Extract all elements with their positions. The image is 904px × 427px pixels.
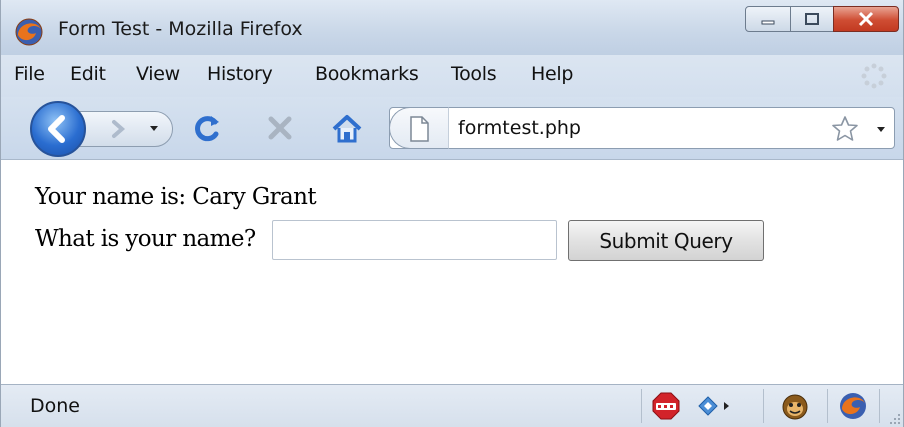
close-icon bbox=[858, 11, 874, 27]
reload-icon[interactable] bbox=[191, 113, 225, 145]
minimize-button[interactable] bbox=[745, 6, 791, 32]
window-title: Form Test - Mozilla Firefox bbox=[58, 18, 303, 40]
stop-icon[interactable] bbox=[263, 113, 297, 145]
url-text[interactable]: formtest.php bbox=[458, 117, 581, 139]
page-icon bbox=[410, 116, 429, 142]
status-text: Done bbox=[30, 395, 80, 417]
resize-grip-icon[interactable] bbox=[889, 413, 901, 425]
back-icon bbox=[48, 115, 65, 143]
browser-window: Form Test - Mozilla Firefox File Edit Vi… bbox=[0, 0, 904, 427]
status-divider bbox=[641, 389, 642, 423]
status-divider bbox=[763, 389, 764, 423]
title-bar: Form Test - Mozilla Firefox bbox=[1, 0, 903, 55]
menu-history[interactable]: History bbox=[207, 63, 273, 85]
history-dropdown-icon[interactable] bbox=[149, 123, 159, 133]
monkey-icon[interactable] bbox=[780, 391, 810, 421]
menu-help[interactable]: Help bbox=[531, 63, 573, 85]
minimize-icon bbox=[761, 20, 775, 25]
status-divider bbox=[879, 389, 880, 423]
menu-bookmarks[interactable]: Bookmarks bbox=[315, 63, 419, 85]
bookmark-star-icon[interactable] bbox=[830, 114, 860, 144]
location-bar[interactable]: formtest.php bbox=[389, 107, 895, 149]
window-controls bbox=[745, 6, 899, 32]
menu-view[interactable]: View bbox=[136, 63, 180, 85]
maximize-icon bbox=[805, 13, 819, 25]
firefox-icon bbox=[15, 18, 43, 46]
adblock-plus-icon[interactable] bbox=[651, 391, 681, 421]
page-content: Your name is: Cary Grant What is your na… bbox=[1, 160, 903, 384]
firefox-icon[interactable] bbox=[838, 391, 868, 421]
close-button[interactable] bbox=[833, 6, 899, 32]
throbber-icon bbox=[861, 63, 887, 89]
addon-arrow-icon[interactable] bbox=[695, 391, 735, 421]
forward-icon[interactable] bbox=[107, 118, 129, 140]
url-dropdown-icon[interactable] bbox=[876, 124, 886, 134]
site-identity-button[interactable] bbox=[389, 107, 449, 149]
menu-tools[interactable]: Tools bbox=[451, 63, 497, 85]
name-input[interactable] bbox=[272, 220, 557, 260]
maximize-button[interactable] bbox=[790, 6, 834, 32]
menu-edit[interactable]: Edit bbox=[70, 63, 106, 85]
status-bar: Done bbox=[1, 384, 903, 427]
name-prompt-label: What is your name? bbox=[35, 226, 256, 252]
navigation-toolbar: formtest.php bbox=[1, 97, 903, 160]
menu-bar: File Edit View History Bookmarks Tools H… bbox=[1, 55, 903, 97]
menu-file[interactable]: File bbox=[14, 63, 45, 85]
submit-query-button[interactable]: Submit Query bbox=[568, 220, 764, 261]
back-button[interactable] bbox=[30, 101, 86, 157]
home-icon[interactable] bbox=[330, 113, 364, 145]
greeting-text: Your name is: Cary Grant bbox=[35, 184, 317, 210]
status-divider bbox=[827, 389, 828, 423]
